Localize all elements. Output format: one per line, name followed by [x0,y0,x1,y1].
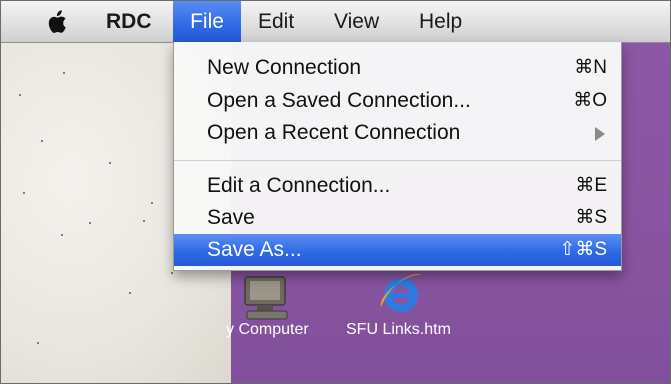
menu-item-new-connection[interactable]: New Connection ⌘N [174,52,621,84]
menu-item-label: New Connection [207,56,362,79]
menu-view[interactable]: View [334,1,379,42]
apple-icon[interactable] [45,10,67,34]
shortcut-label: ⌘E [575,175,607,196]
my-computer-label[interactable]: y Computer [226,321,309,339]
menu-item-open-recent-connection[interactable]: Open a Recent Connection [174,117,621,149]
menu-item-label: Save As... [207,238,302,261]
menu-item-label: Save [207,206,255,229]
menu-item-save-as[interactable]: Save As... ⇧⌘S [174,234,621,266]
menu-item-label: Edit a Connection... [207,174,391,197]
menu-help[interactable]: Help [419,1,462,42]
shortcut-label: ⌘N [574,57,607,78]
menu-file[interactable]: File [173,1,241,42]
menu-edit[interactable]: Edit [258,1,294,42]
my-computer-icon[interactable] [239,275,297,321]
menu-item-label: Open a Saved Connection... [207,89,471,112]
sfu-links-label[interactable]: SFU Links.htm [346,321,451,339]
shortcut-label: ⌘O [573,90,607,111]
menu-item-save[interactable]: Save ⌘S [174,202,621,234]
app-menu-rdc[interactable]: RDC [106,1,152,42]
chevron-right-icon [595,127,605,141]
menu-item-open-saved-connection[interactable]: Open a Saved Connection... ⌘O [174,85,621,117]
menu-separator [174,160,621,161]
menu-item-edit-connection[interactable]: Edit a Connection... ⌘E [174,170,621,202]
file-dropdown-menu: New Connection ⌘N Open a Saved Connectio… [173,42,622,271]
menu-bar: RDC File Edit View Help [1,1,670,43]
menu-item-label: Open a Recent Connection [207,121,461,144]
shortcut-label: ⇧⌘S [559,239,607,260]
internet-explorer-icon[interactable] [375,267,427,319]
screenshot-frame: y Computer SFU Links.htm RDC File Edit V… [0,0,671,384]
shortcut-label: ⌘S [575,207,607,228]
